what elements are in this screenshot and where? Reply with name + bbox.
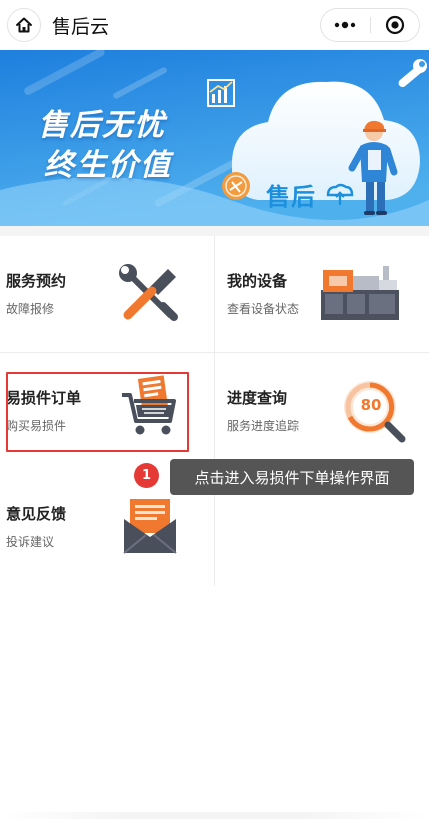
page-title: 售后云: [52, 16, 110, 38]
mini-program-capsule: [320, 8, 420, 42]
grid-item-my-devices[interactable]: 我的设备 查看设备状态: [215, 236, 429, 352]
tutorial-tooltip: 点击进入易损件下单操作界面: [170, 459, 414, 495]
banner-cloud-logo-text: 售后: [266, 183, 316, 211]
grid-item-service-booking[interactable]: 服务预约 故障报修: [0, 236, 214, 352]
grid-item-subtitle: 投诉建议: [6, 535, 55, 549]
bottom-gesture-bar: [0, 812, 429, 819]
top-navigation-bar: 售后云: [0, 0, 429, 50]
promo-banner[interactable]: 售后无忧 终生价值 售后: [0, 50, 429, 226]
grid-item-subtitle: 故障报修: [6, 302, 55, 316]
banner-slogan-line1: 售后无忧: [38, 108, 166, 143]
grid-item-subtitle: 查看设备状态: [227, 302, 300, 316]
step-badge: 1: [134, 463, 159, 488]
grid-item-subtitle: 服务进度追踪: [227, 419, 300, 433]
machine-equipment-icon: [321, 266, 399, 320]
home-button[interactable]: [7, 8, 41, 42]
close-button[interactable]: [371, 9, 419, 41]
record-close-icon: [385, 15, 405, 35]
grid-item-title: 服务预约: [6, 272, 67, 290]
more-button[interactable]: [321, 9, 369, 41]
grid-item-title: 我的设备: [227, 272, 288, 290]
more-dots-icon: [334, 21, 356, 29]
home-icon: [16, 17, 32, 33]
grid-item-title: 意见反馈: [6, 505, 67, 523]
tutorial-highlight-box: [6, 372, 189, 452]
banner-slogan-line2: 终生价值: [44, 148, 172, 183]
section-divider: [0, 226, 429, 236]
grid-item-progress-query[interactable]: 进度查询 服务进度追踪 80: [215, 353, 429, 469]
tools-wrench-screwdriver-icon: [119, 264, 178, 321]
envelope-letter-icon: [123, 499, 177, 554]
grid-item-title: 进度查询: [227, 389, 288, 407]
progress-value-label: 80: [360, 396, 382, 414]
